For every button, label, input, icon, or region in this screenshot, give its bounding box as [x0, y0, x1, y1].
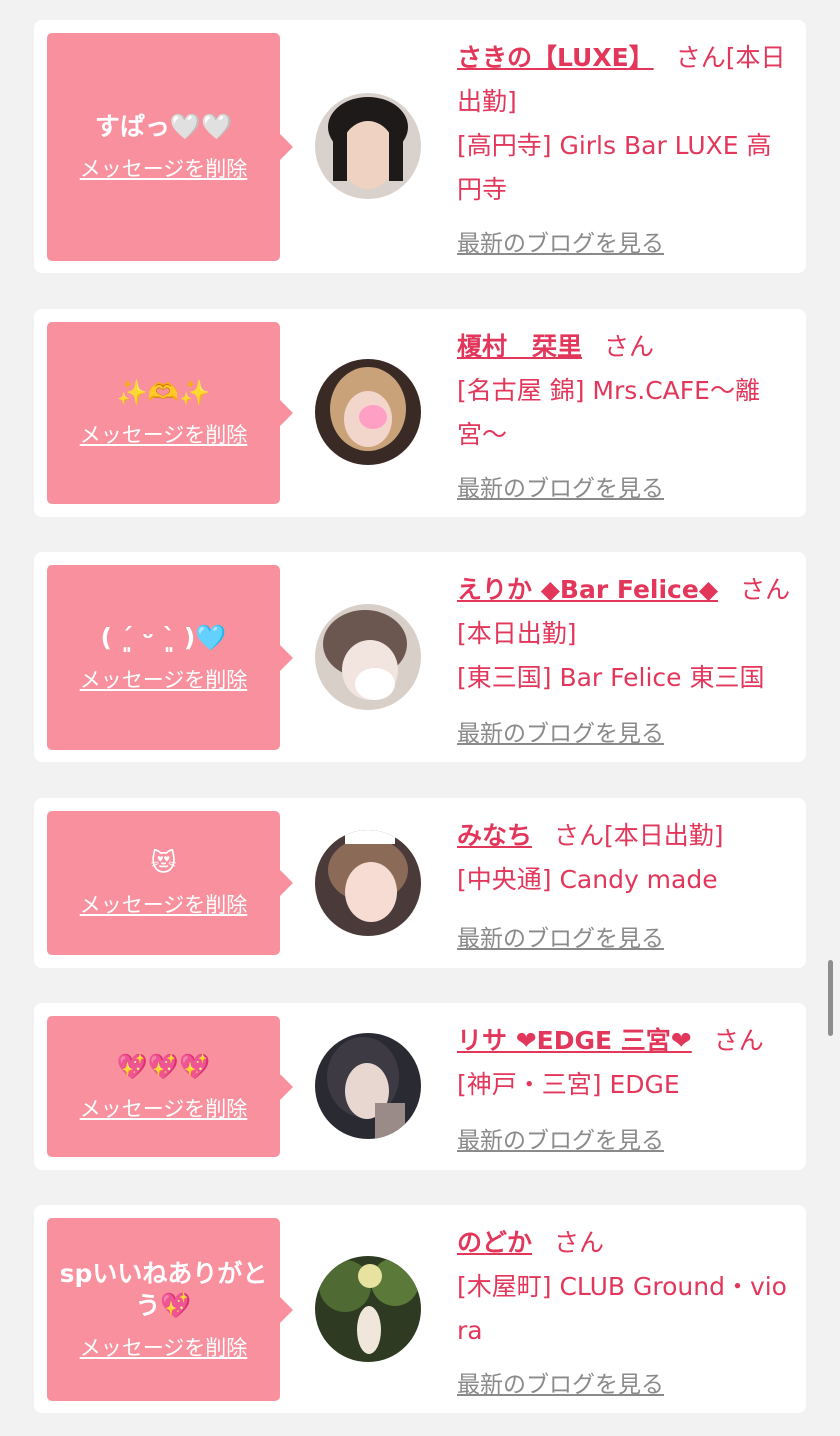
girl-name-link[interactable]: 榎村 栞里 — [457, 332, 582, 361]
girl-info: リサ ❤EDGE 三宮❤ さん [神戸・三宮] EDGE — [457, 1019, 794, 1107]
message-card: ✨🫶✨ メッセージを削除 榎村 栞里 さん [名古屋 錦] Mrs.CAFE〜離宮… — [34, 309, 806, 517]
girl-info: 榎村 栞里 さん [名古屋 錦] Mrs.CAFE〜離宮〜 — [457, 325, 794, 457]
girl-name-link[interactable]: みなち — [457, 821, 532, 850]
avatar[interactable] — [315, 1256, 421, 1362]
blog-link[interactable]: 最新のブログを見る — [457, 714, 664, 748]
blog-link[interactable]: 最新のブログを見る — [457, 919, 664, 953]
honorific: さん — [675, 43, 726, 72]
delete-message-link[interactable]: メッセージを削除 — [80, 664, 248, 694]
status-text: [本日出勤] — [457, 619, 577, 648]
message-card: ( ´͈ ᵕ `͈ )🩵 メッセージを削除 えりか ◆Bar Felice◆ さん… — [34, 552, 806, 762]
message-bubble: spいいねありがとう💖 メッセージを削除 — [47, 1218, 293, 1401]
message-card: 💖💖💖 メッセージを削除 リサ ❤EDGE 三宮❤ さん [神戸・三宮] EDGE… — [34, 1003, 806, 1170]
shop-text: [高円寺] Girls Bar LUXE 高円寺 — [457, 131, 772, 204]
blog-link[interactable]: 最新のブログを見る — [457, 1121, 664, 1155]
honorific: さん — [554, 1228, 605, 1257]
scrollbar[interactable] — [828, 960, 833, 1036]
shop-text: [名古屋 錦] Mrs.CAFE〜離宮〜 — [457, 376, 760, 449]
shop-text: [中央通] Candy made — [457, 865, 718, 894]
honorific: さん — [604, 332, 655, 361]
blog-link[interactable]: 最新のブログを見る — [457, 1365, 664, 1399]
girl-info: えりか ◆Bar Felice◆ さん [本日出勤] [東三国] Bar Felic… — [457, 568, 794, 700]
delete-message-link[interactable]: メッセージを削除 — [80, 1093, 248, 1123]
shop-text: [木屋町] CLUB Ground・viora — [457, 1272, 787, 1345]
avatar[interactable] — [315, 830, 421, 936]
message-bubble: 😻 メッセージを削除 — [47, 811, 293, 955]
avatar[interactable] — [315, 93, 421, 199]
girl-info: さきの【LUXE】 さん[本日出勤] [高円寺] Girls Bar LUXE 高… — [457, 36, 794, 212]
delete-message-link[interactable]: メッセージを削除 — [80, 153, 248, 183]
honorific: さん — [713, 1026, 764, 1055]
shop-text: [神戸・三宮] EDGE — [457, 1070, 680, 1099]
girl-name-link[interactable]: えりか ◆Bar Felice◆ — [457, 575, 718, 604]
message-bubble: 💖💖💖 メッセージを削除 — [47, 1016, 293, 1157]
delete-message-link[interactable]: メッセージを削除 — [80, 419, 248, 449]
honorific: さん — [740, 575, 791, 604]
avatar[interactable] — [315, 359, 421, 465]
message-bubble: すぱっ🤍🤍 メッセージを削除 — [47, 33, 293, 261]
message-bubble: ✨🫶✨ メッセージを削除 — [47, 322, 293, 504]
blog-link[interactable]: 最新のブログを見る — [457, 224, 664, 258]
shop-text: [東三国] Bar Felice 東三国 — [457, 663, 765, 692]
delete-message-link[interactable]: メッセージを削除 — [80, 1332, 248, 1362]
message-card: 😻 メッセージを削除 みなち さん[本日出勤] [中央通] Candy made … — [34, 798, 806, 968]
message-text: ( ´͈ ᵕ `͈ )🩵 — [100, 622, 227, 652]
avatar[interactable] — [315, 1033, 421, 1139]
delete-message-link[interactable]: メッセージを削除 — [80, 889, 248, 919]
message-text: 😻 — [150, 848, 177, 877]
message-card: すぱっ🤍🤍 メッセージを削除 さきの【LUXE】 さん[本日出勤] [高円寺] G… — [34, 20, 806, 273]
status-text: [本日出勤] — [604, 821, 724, 850]
avatar[interactable] — [315, 604, 421, 710]
message-text: 💖💖💖 — [116, 1051, 211, 1081]
message-text: すぱっ🤍🤍 — [94, 112, 233, 141]
girl-info: のどか さん [木屋町] CLUB Ground・viora — [457, 1221, 794, 1353]
girl-name-link[interactable]: のどか — [457, 1228, 532, 1257]
girl-name-link[interactable]: さきの【LUXE】 — [457, 43, 654, 72]
honorific: さん — [554, 821, 605, 850]
message-text: spいいねありがとう💖 — [59, 1258, 268, 1320]
message-text: ✨🫶✨ — [116, 378, 211, 407]
girl-name-link[interactable]: リサ ❤EDGE 三宮❤ — [457, 1026, 692, 1055]
message-card: spいいねありがとう💖 メッセージを削除 のどか さん [木屋町] CLUB Gr… — [34, 1205, 806, 1413]
blog-link[interactable]: 最新のブログを見る — [457, 469, 664, 503]
girl-info: みなち さん[本日出勤] [中央通] Candy made — [457, 814, 794, 902]
message-bubble: ( ´͈ ᵕ `͈ )🩵 メッセージを削除 — [47, 565, 293, 750]
